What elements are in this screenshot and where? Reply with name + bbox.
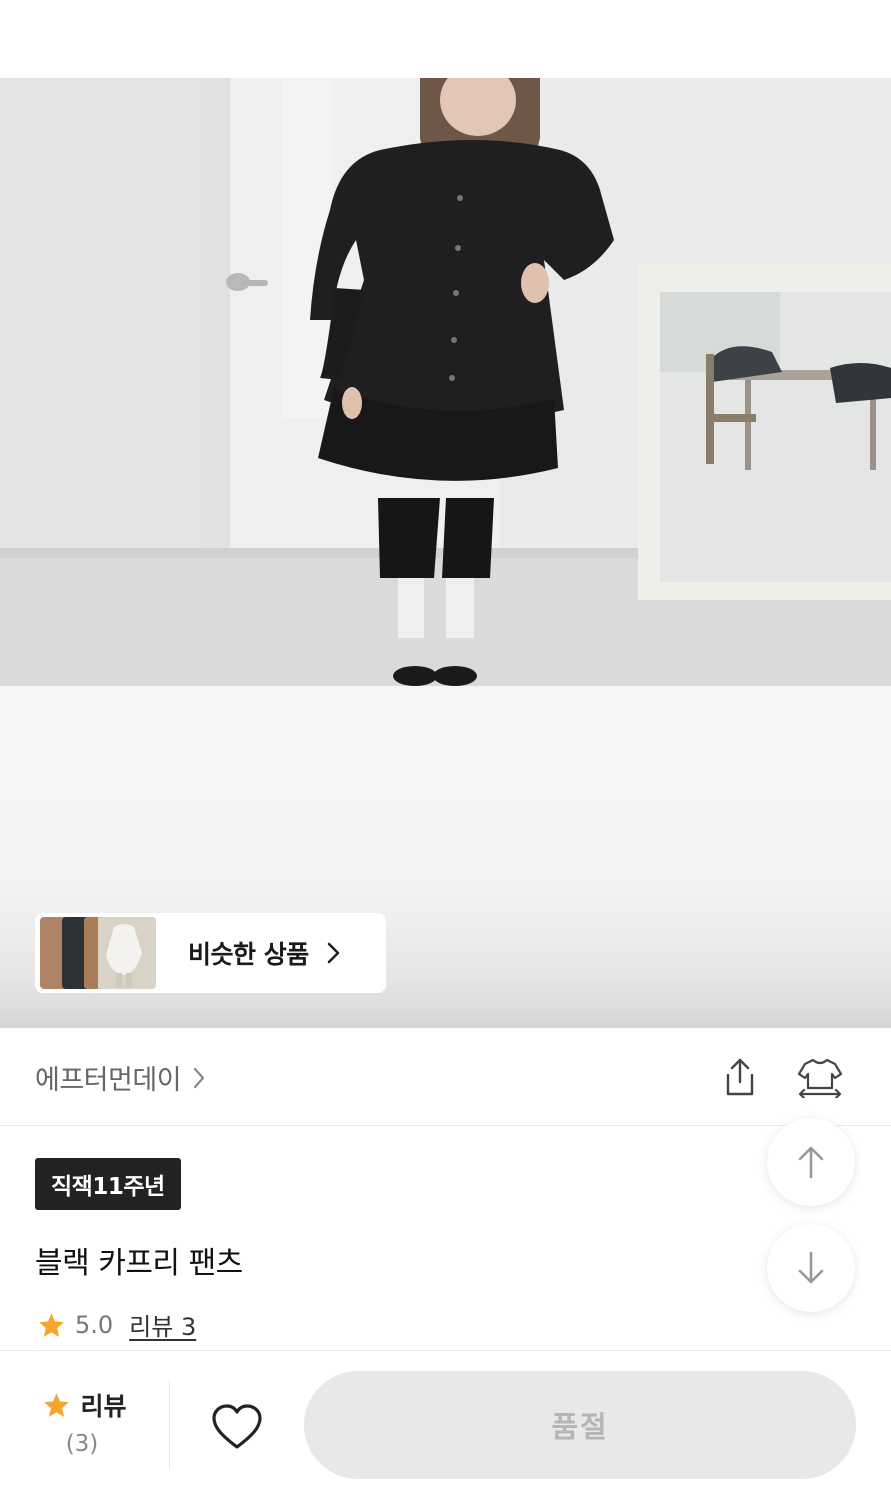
heart-icon bbox=[212, 1404, 262, 1449]
star-icon bbox=[44, 1393, 70, 1417]
rating-score: 5.0 bbox=[75, 1310, 114, 1339]
promo-badge: 직잭11주년 bbox=[35, 1158, 181, 1210]
review-button-label: 리뷰 bbox=[80, 1392, 127, 1421]
garment-size-icon bbox=[797, 1058, 843, 1098]
share-icon bbox=[726, 1058, 754, 1096]
rating-row: 5.0 리뷰 3 bbox=[38, 1307, 196, 1342]
brand-link[interactable]: 에프터먼데이 bbox=[35, 1058, 207, 1097]
sold-out-button[interactable]: 품절 bbox=[304, 1371, 856, 1479]
arrow-down-icon bbox=[798, 1251, 824, 1284]
review-link[interactable]: 리뷰 3 bbox=[129, 1307, 196, 1342]
similar-thumbnail bbox=[84, 917, 156, 989]
chevron-right-icon bbox=[327, 942, 340, 964]
similar-products-label: 비슷한 상품 bbox=[188, 940, 309, 969]
size-guide-button[interactable] bbox=[795, 1052, 845, 1102]
product-photo-illustration bbox=[0, 78, 891, 686]
wishlist-button[interactable] bbox=[205, 1397, 269, 1457]
product-title: 블랙 카프리 팬츠 bbox=[35, 1246, 243, 1281]
review-button[interactable]: 리뷰 (3) bbox=[20, 1387, 150, 1469]
divider bbox=[169, 1381, 170, 1469]
bottom-action-bar: 리뷰 (3) 품절 bbox=[0, 1350, 891, 1500]
share-button[interactable] bbox=[715, 1052, 765, 1102]
brand-name: 에프터먼데이 bbox=[35, 1065, 182, 1096]
chevron-right-icon bbox=[193, 1067, 205, 1088]
similar-thumbnails bbox=[40, 917, 160, 989]
scroll-top-button[interactable] bbox=[767, 1118, 855, 1206]
star-icon bbox=[39, 1312, 64, 1337]
arrow-up-icon bbox=[798, 1146, 824, 1179]
product-image-area: 비슷한 상품 bbox=[0, 0, 891, 1028]
scroll-bottom-button[interactable] bbox=[767, 1224, 855, 1312]
product-photo[interactable] bbox=[0, 78, 891, 686]
similar-products-button[interactable]: 비슷한 상품 bbox=[35, 913, 386, 993]
brand-row: 에프터먼데이 bbox=[0, 1028, 891, 1126]
review-count: (3) bbox=[65, 1431, 99, 1457]
